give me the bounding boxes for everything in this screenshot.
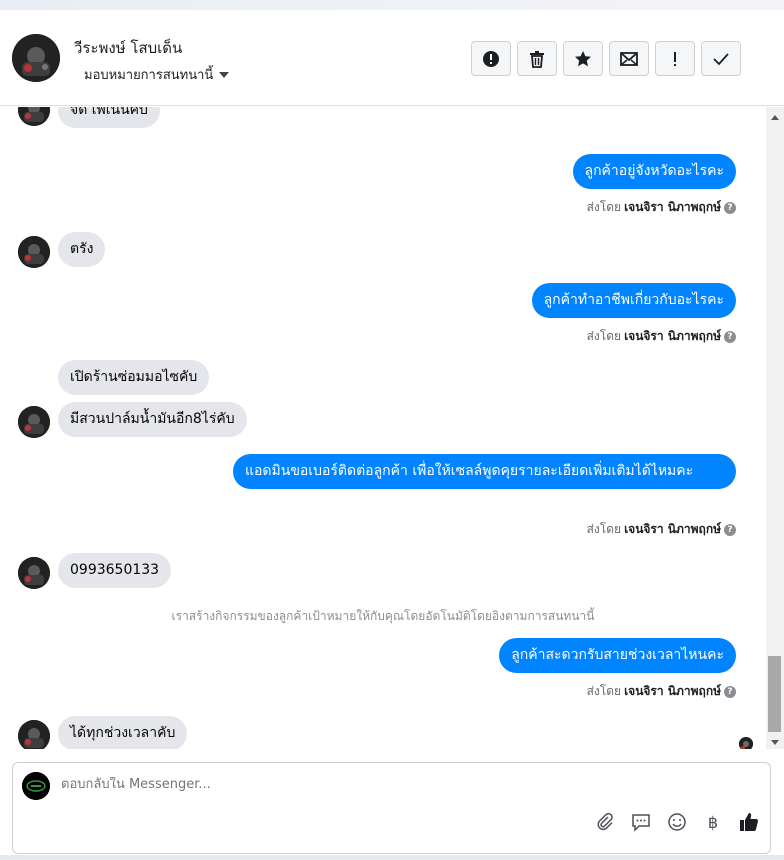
sender-name[interactable]: เจนจิรา นิภาพฤกษ์ <box>624 520 721 539</box>
spam-button[interactable] <box>471 41 511 76</box>
assign-label: มอบหมายการสนทนานี้ <box>84 68 214 83</box>
incoming-message[interactable]: 0993650133 <box>58 553 172 588</box>
conversation-header: วีระพงษ์ โสบเด็น มอบหมายการสนทนานี้ <box>0 10 784 106</box>
incoming-message[interactable]: จัด เพ่เนนคบ <box>58 107 160 128</box>
conversation-panel: วีระพงษ์ โสบเด็น มอบหมายการสนทนานี้ จัด … <box>0 10 784 855</box>
sent-by-label: ส่งโดย เจนจิรา นิภาพฤกษ์ ? <box>587 198 736 217</box>
bottom-strip <box>0 855 784 860</box>
message-scrollbar[interactable] <box>766 107 784 749</box>
trash-icon <box>530 50 544 68</box>
message-list[interactable]: จัด เพ่เนนคบ ลูกค้าอยู่จังหวัดอะไรคะ ส่ง… <box>0 107 766 749</box>
sender-avatar[interactable] <box>18 236 50 268</box>
contact-avatar[interactable] <box>12 34 60 82</box>
sender-name[interactable]: เจนจิรา นิภาพฤกษ์ <box>624 327 721 346</box>
paperclip-icon[interactable] <box>594 811 616 833</box>
incoming-message[interactable]: ได้ทุกช่วงเวลาคับ <box>58 716 188 749</box>
contact-name[interactable]: วีระพงษ์ โสบเด็น <box>74 36 182 60</box>
exclamation-circle-icon <box>483 50 499 67</box>
star-button[interactable] <box>563 41 603 76</box>
mark-unread-button[interactable] <box>609 41 649 76</box>
question-icon[interactable]: ? <box>724 330 736 343</box>
system-note: เราสร้างกิจกรรมของลูกค้าเป้าหมายให้กับคุ… <box>171 609 595 623</box>
reply-composer: ฿ <box>12 762 771 854</box>
incoming-message[interactable]: เปิดร้านซ่อมมอไซคับ <box>58 360 210 395</box>
sent-by-prefix: ส่งโดย <box>586 522 622 536</box>
outgoing-message[interactable]: ลูกค้าสะดวกรับสายช่วงเวลาไหนคะ <box>499 638 736 673</box>
sender-name[interactable]: เจนจิรา นิภาพฤกษ์ <box>624 682 721 701</box>
question-icon[interactable]: ? <box>724 523 736 536</box>
page-avatar <box>22 772 50 800</box>
sender-avatar[interactable] <box>18 406 50 438</box>
sent-by-label: ส่งโดย เจนจิรา นิภาพฤกษ์ ? <box>587 520 736 539</box>
outgoing-message[interactable]: แอดมินขอเบอร์ติดต่อลูกค้า เพื่อให้เซลล์พ… <box>233 454 736 489</box>
caret-down-icon <box>219 71 230 78</box>
mark-done-button[interactable] <box>701 41 741 76</box>
thumbs-up-icon[interactable] <box>738 811 760 833</box>
saved-reply-icon[interactable] <box>630 811 652 833</box>
question-icon[interactable]: ? <box>724 685 736 698</box>
reply-input[interactable] <box>61 777 561 792</box>
exclamation-icon <box>674 51 676 66</box>
sent-by-prefix: ส่งโดย <box>586 684 622 698</box>
scroll-up-arrow-icon[interactable] <box>771 115 779 120</box>
check-icon <box>713 52 729 65</box>
emoji-icon[interactable] <box>666 811 688 833</box>
sender-avatar[interactable] <box>18 720 50 749</box>
assign-conversation-dropdown[interactable]: มอบหมายการสนทนานี้ <box>84 64 230 85</box>
envelope-icon <box>620 51 638 66</box>
sender-avatar[interactable] <box>18 107 50 126</box>
follow-up-button[interactable] <box>655 41 695 76</box>
scrollbar-thumb[interactable] <box>768 656 781 732</box>
sender-name[interactable]: เจนจิรา นิภาพฤกษ์ <box>624 198 721 217</box>
sent-by-prefix: ส่งโดย <box>586 200 622 214</box>
sent-by-label: ส่งโดย เจนจิรา นิภาพฤกษ์ ? <box>587 327 736 346</box>
outgoing-message[interactable]: ลูกค้าทำอาชีพเกี่ยวกับอะไรคะ <box>531 283 736 318</box>
composer-actions: ฿ <box>594 811 760 833</box>
sender-avatar[interactable] <box>18 557 50 589</box>
outgoing-message[interactable]: ลูกค้าอยู่จังหวัดอะไรคะ <box>572 154 736 189</box>
star-icon <box>575 50 591 66</box>
question-icon[interactable]: ? <box>724 201 736 214</box>
scroll-down-arrow-icon[interactable] <box>771 740 779 745</box>
incoming-message[interactable]: มีสวนปาล์มน้ำมันอีก8ไร่คับ <box>58 402 247 437</box>
conversation-toolbar <box>471 41 741 76</box>
sent-by-prefix: ส่งโดย <box>586 329 622 343</box>
sent-by-label: ส่งโดย เจนจิรา นิภาพฤกษ์ ? <box>587 682 736 701</box>
seen-indicator-avatar <box>739 737 753 749</box>
top-strip <box>0 0 784 10</box>
baht-payment-icon[interactable]: ฿ <box>702 811 724 833</box>
delete-button[interactable] <box>517 41 557 76</box>
incoming-message[interactable]: ตรัง <box>58 232 106 267</box>
